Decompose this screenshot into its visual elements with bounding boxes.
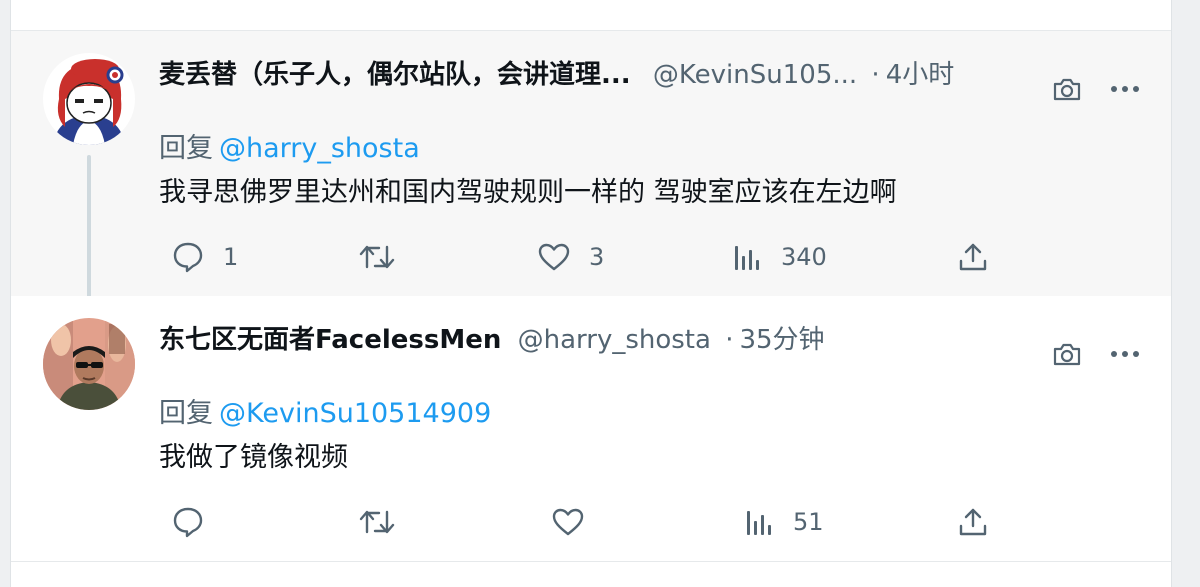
views-button[interactable]: 340 <box>733 235 827 279</box>
tweet-header: 麦丢替（乐子人，偶尔站队，会讲道理... @KevinSu105... · 4小时 <box>159 55 1059 95</box>
reply-prefix: 回复 <box>159 133 213 164</box>
avatar-photo-image <box>43 318 135 410</box>
view-count: 340 <box>781 243 827 271</box>
user-handle[interactable]: @KevinSu105... <box>653 60 857 90</box>
tweet[interactable]: 麦丢替（乐子人，偶尔站队，会讲道理... @KevinSu105... · 4小时 <box>11 31 1171 311</box>
display-name[interactable]: 东七区无面者FacelessMen <box>159 325 501 355</box>
reply-button[interactable] <box>171 500 223 544</box>
tweet-text: 我做了镜像视频 <box>159 442 348 473</box>
like-button[interactable] <box>551 500 603 544</box>
reply-mention-link[interactable]: @KevinSu10514909 <box>219 398 491 429</box>
timeline-frame: 麦丢替（乐子人，偶尔站队，会讲道理... @KevinSu105... · 4小时 <box>10 0 1172 587</box>
like-count: 3 <box>589 243 605 271</box>
upload-share-icon <box>957 241 989 273</box>
camera-icon[interactable] <box>1049 336 1085 372</box>
tweet[interactable]: 东七区无面者FacelessMen @harry_shosta · 35分钟 回复… <box>11 296 1171 562</box>
reply-context: 回复 @harry_shosta <box>159 129 420 169</box>
tweet-action-bar: 51 <box>159 500 1019 544</box>
timestamp[interactable]: 35分钟 <box>739 325 824 355</box>
tweet-text: 我寻思佛罗里达州和国内驾驶规则一样的 驾驶室应该在左边啊 <box>159 177 897 208</box>
more-dots-icon[interactable] <box>1107 71 1143 107</box>
reply-mention-link[interactable]: @harry_shosta <box>219 133 420 164</box>
tweet-action-bar: 1 3 340 <box>159 235 1019 279</box>
timestamp[interactable]: 4小时 <box>886 60 955 90</box>
previous-tweet-edge <box>11 0 1171 31</box>
heart-outline-icon <box>551 507 585 537</box>
bar-chart-icon <box>733 242 763 272</box>
retweet-button[interactable] <box>359 235 413 279</box>
tweet-header: 东七区无面者FacelessMen @harry_shosta · 35分钟 <box>159 320 1059 360</box>
tweet-header-actions <box>1049 69 1143 109</box>
upload-share-icon <box>957 506 989 538</box>
separator-dot: · <box>725 325 734 355</box>
camera-icon[interactable] <box>1049 71 1085 107</box>
speech-bubble-icon <box>171 240 205 274</box>
tweet-header-actions <box>1049 334 1143 374</box>
share-button[interactable] <box>957 500 989 544</box>
retweet-button[interactable] <box>359 500 413 544</box>
bar-chart-icon <box>745 507 775 537</box>
separator-dot: · <box>871 60 880 90</box>
thread-connector-line <box>87 155 91 311</box>
avatar-cartoon-image <box>43 53 135 145</box>
reply-prefix: 回复 <box>159 398 213 429</box>
avatar[interactable] <box>43 53 135 145</box>
view-count: 51 <box>793 508 824 536</box>
reply-button[interactable]: 1 <box>171 235 238 279</box>
views-button[interactable]: 51 <box>745 500 824 544</box>
user-handle[interactable]: @harry_shosta <box>518 325 711 355</box>
speech-bubble-icon <box>171 505 205 539</box>
avatar[interactable] <box>43 318 135 410</box>
heart-outline-icon <box>537 242 571 272</box>
reply-count: 1 <box>223 243 239 271</box>
retweet-arrows-icon <box>359 242 395 272</box>
like-button[interactable]: 3 <box>537 235 604 279</box>
retweet-arrows-icon <box>359 507 395 537</box>
reply-context: 回复 @KevinSu10514909 <box>159 394 491 434</box>
share-button[interactable] <box>957 235 989 279</box>
display-name[interactable]: 麦丢替（乐子人，偶尔站队，会讲道理... <box>159 60 631 90</box>
more-dots-icon[interactable] <box>1107 336 1143 372</box>
